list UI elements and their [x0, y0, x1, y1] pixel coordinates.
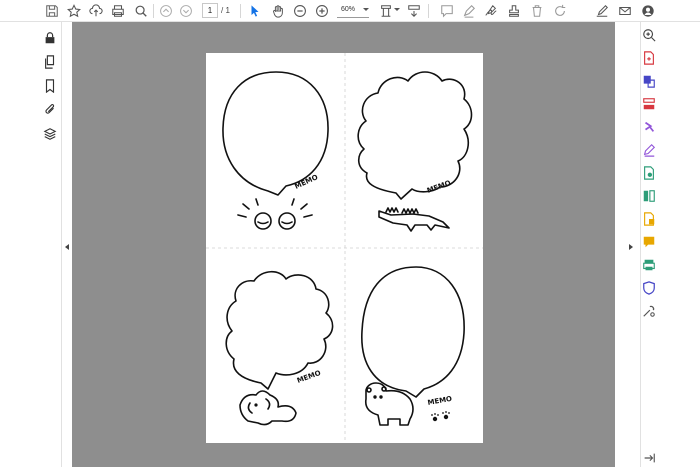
organize-pages-icon[interactable] — [642, 97, 656, 111]
delete-icon[interactable] — [529, 3, 545, 19]
mail-icon[interactable] — [617, 3, 633, 19]
memo-label: MEMO — [426, 179, 452, 195]
lock-icon[interactable] — [43, 31, 57, 45]
zoom-out-icon[interactable] — [292, 3, 308, 19]
attachment-icon[interactable] — [43, 103, 57, 117]
page-total-count: 1 — [225, 6, 230, 15]
create-pdf-icon[interactable] — [642, 74, 656, 88]
convert-icon[interactable] — [642, 212, 656, 226]
more-tools-icon[interactable] — [642, 304, 656, 318]
highlight-icon[interactable] — [461, 3, 477, 19]
memo-card-crocodile: MEMO — [357, 71, 473, 232]
print-production-icon[interactable] — [642, 258, 656, 272]
chevron-down-icon[interactable] — [394, 8, 400, 11]
pages-icon[interactable] — [43, 55, 57, 69]
edit-pdf-icon[interactable] — [642, 143, 656, 157]
memo-label: MEMO — [427, 395, 453, 407]
print-icon[interactable] — [110, 3, 126, 19]
save-icon[interactable] — [44, 3, 60, 19]
memo-label: MEMO — [293, 173, 319, 191]
cursor-icon[interactable] — [247, 3, 263, 19]
zoom-in-icon[interactable] — [314, 3, 330, 19]
search-icon[interactable] — [133, 3, 149, 19]
sign-icon[interactable] — [483, 3, 499, 19]
chevron-down-icon[interactable] — [363, 8, 369, 11]
export-pdf-icon[interactable] — [642, 51, 656, 65]
memo-card-dog: MEMO — [225, 270, 334, 426]
fit-page-icon[interactable] — [378, 3, 394, 19]
document-canvas-margin — [615, 22, 640, 467]
protect-icon[interactable] — [642, 281, 656, 295]
search-zoom-icon[interactable] — [642, 28, 656, 42]
expand-panel-icon[interactable] — [642, 451, 656, 465]
scroll-mode-icon[interactable] — [406, 3, 422, 19]
paw-prints-icon — [431, 411, 450, 422]
left-panel-collapse-handle[interactable] — [65, 244, 69, 250]
star-icon[interactable] — [66, 3, 82, 19]
page-up-icon[interactable] — [158, 3, 174, 19]
compress-icon[interactable] — [642, 189, 656, 203]
hand-icon[interactable] — [270, 3, 286, 19]
memo-illustration: MEMO MEMO MEMO MEMO — [206, 53, 483, 443]
upload-icon[interactable] — [88, 3, 104, 19]
memo-card-sleeping-eyes: MEMO — [222, 71, 329, 230]
toolbar-separator — [153, 4, 154, 18]
comment-icon[interactable] — [439, 3, 455, 19]
memo-card-bear: MEMO — [361, 266, 465, 426]
comment-tool-icon[interactable] — [642, 235, 656, 249]
page-total: / 1 — [221, 4, 230, 17]
account-icon[interactable] — [640, 3, 656, 19]
bookmark-icon[interactable] — [43, 79, 57, 94]
pdf-viewer-window: 1 / 1 60% MEMO MEMO MEMO MEMO — [0, 0, 700, 467]
share-icon[interactable] — [642, 120, 656, 134]
rotate-icon[interactable] — [552, 3, 568, 19]
fill-sign-icon[interactable] — [594, 3, 610, 19]
scan-icon[interactable] — [642, 166, 656, 180]
top-toolbar: 1 / 1 60% — [0, 0, 700, 22]
stamp-icon[interactable] — [506, 3, 522, 19]
window-edge — [658, 22, 700, 467]
layers-icon[interactable] — [43, 127, 57, 141]
page-separator: / — [221, 6, 224, 15]
page-number-input[interactable]: 1 — [202, 3, 218, 18]
pdf-page[interactable]: MEMO MEMO MEMO MEMO — [206, 53, 483, 443]
page-down-icon[interactable] — [178, 3, 194, 19]
right-panel-collapse-handle[interactable] — [629, 244, 633, 250]
toolbar-separator — [240, 4, 241, 18]
toolbar-separator — [428, 4, 429, 18]
